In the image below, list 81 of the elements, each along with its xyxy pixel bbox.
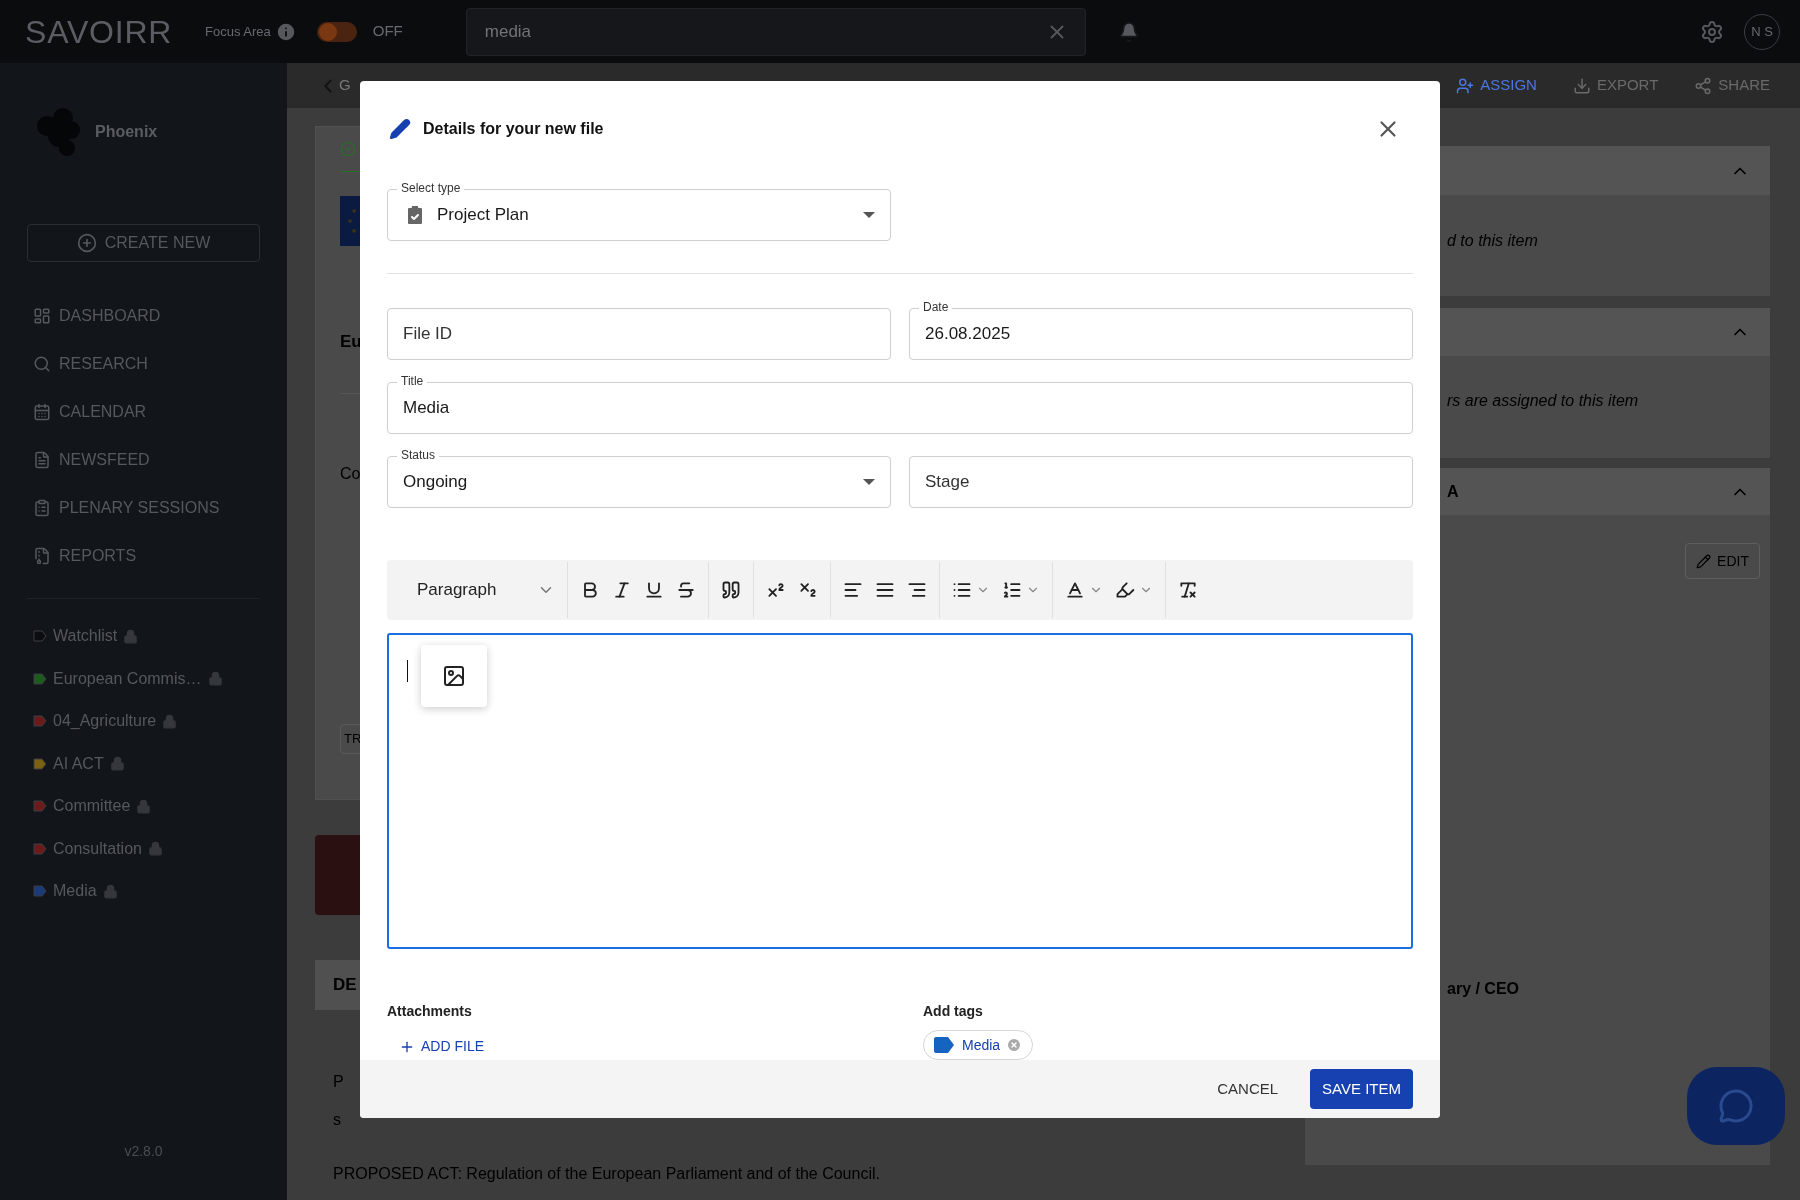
- field-label: Select type: [397, 180, 465, 196]
- nav-item[interactable]: REPORTS: [27, 532, 260, 580]
- paragraph-text: P: [333, 1072, 344, 1092]
- logo: SAVOIRR: [25, 12, 174, 52]
- align-right-icon: [907, 580, 927, 600]
- tag-item[interactable]: Watchlist: [53, 624, 118, 649]
- nav-item[interactable]: PLENARY SESSIONS: [27, 484, 260, 532]
- paragraph-text: s: [333, 1110, 341, 1130]
- download-icon: [1572, 76, 1591, 95]
- dropdown-caret-icon: [863, 212, 875, 218]
- check-icon: [340, 141, 356, 157]
- info-icon[interactable]: [274, 20, 297, 43]
- settings-icon[interactable]: [1700, 19, 1724, 44]
- add-file-button[interactable]: ADD FILE: [399, 1036, 484, 1057]
- nav-item[interactable]: CALENDAR: [27, 388, 260, 436]
- file-icon: [33, 547, 51, 565]
- tag-item[interactable]: European Commis…: [53, 666, 202, 691]
- clipboard-icon: [33, 499, 51, 517]
- version-label: v2.8.0: [124, 1142, 163, 1161]
- font-color-icon: [1065, 580, 1085, 600]
- share-icon: [1694, 76, 1713, 95]
- file-id-field[interactable]: File ID: [387, 308, 891, 360]
- nav-item[interactable]: NEWSFEED: [27, 436, 260, 484]
- bell-icon[interactable]: [1117, 20, 1140, 43]
- chat-icon: [1718, 1088, 1754, 1124]
- image-icon: [442, 664, 466, 688]
- bullet-list-icon: [952, 580, 972, 600]
- dropdown-caret-icon: [863, 479, 875, 485]
- superscript-icon: [766, 580, 786, 600]
- paragraph-dropdown[interactable]: Paragraph: [417, 570, 567, 610]
- tag-item[interactable]: AI ACT: [53, 751, 104, 776]
- pencil-icon: [389, 118, 411, 140]
- workspace-name: Phoenix: [95, 122, 158, 142]
- align-left-icon: [843, 580, 863, 600]
- save-button[interactable]: SAVE ITEM: [1310, 1069, 1413, 1109]
- paragraph-text: PROPOSED ACT: Regulation of the European Parliament and of the Council.: [333, 1164, 880, 1184]
- tag-item[interactable]: Committee: [53, 794, 131, 819]
- numbered-list-icon: [1002, 580, 1022, 600]
- strikethrough-icon: [676, 580, 696, 600]
- toggle-state: OFF: [372, 21, 403, 42]
- clear-formatting-icon: [1178, 580, 1198, 600]
- panel-title: A: [1447, 481, 1459, 502]
- section-title: DE: [333, 974, 357, 997]
- underline-icon: [644, 580, 664, 600]
- search-field[interactable]: media: [465, 7, 1086, 56]
- highlighter-icon: [1115, 580, 1135, 600]
- edit-button[interactable]: EDIT: [1685, 543, 1760, 579]
- tag-item[interactable]: Media: [53, 879, 97, 904]
- toolbar-action[interactable]: ASSIGN: [1456, 74, 1537, 97]
- stage-field[interactable]: Stage: [909, 456, 1413, 508]
- empty-text: d to this item: [1447, 231, 1538, 251]
- tag-item[interactable]: 04_Agriculture: [53, 709, 157, 734]
- create-new-button[interactable]: CREATE NEW: [27, 224, 260, 262]
- dialog-title: Details for your new file: [423, 119, 604, 139]
- subscript-icon: [798, 580, 818, 600]
- tag-label: Media: [962, 1035, 1001, 1055]
- focus-toggle[interactable]: [316, 21, 357, 42]
- nav-item[interactable]: DASHBOARD: [27, 292, 260, 340]
- dashboard-icon: [33, 307, 51, 325]
- align-center-icon: [875, 580, 895, 600]
- role-text: ary / CEO: [1447, 979, 1520, 999]
- cancel-button[interactable]: CANCEL: [1205, 1070, 1291, 1108]
- add-tags-label: Add tags: [923, 1002, 983, 1021]
- calendar-icon: [33, 403, 51, 421]
- plus-icon: [76, 233, 97, 253]
- person-add-icon: [1456, 76, 1475, 95]
- focus-area-label: Focus Area: [205, 22, 271, 41]
- insert-image-button[interactable]: [421, 645, 487, 707]
- quote-icon: [721, 580, 741, 600]
- document-icon: [33, 451, 51, 469]
- card-text: Co: [340, 463, 361, 484]
- nav-item[interactable]: RESEARCH: [27, 340, 260, 388]
- back-link[interactable]: G: [339, 74, 351, 97]
- attachments-label: Attachments: [387, 1002, 472, 1021]
- italic-icon: [612, 580, 632, 600]
- pencil-icon: [1696, 553, 1712, 569]
- text-cursor: [407, 660, 408, 682]
- card-heading: Eu: [340, 331, 362, 353]
- tag-item[interactable]: Consultation: [53, 836, 142, 861]
- search-icon: [33, 355, 51, 373]
- empty-text: rs are assigned to this item: [1447, 391, 1639, 411]
